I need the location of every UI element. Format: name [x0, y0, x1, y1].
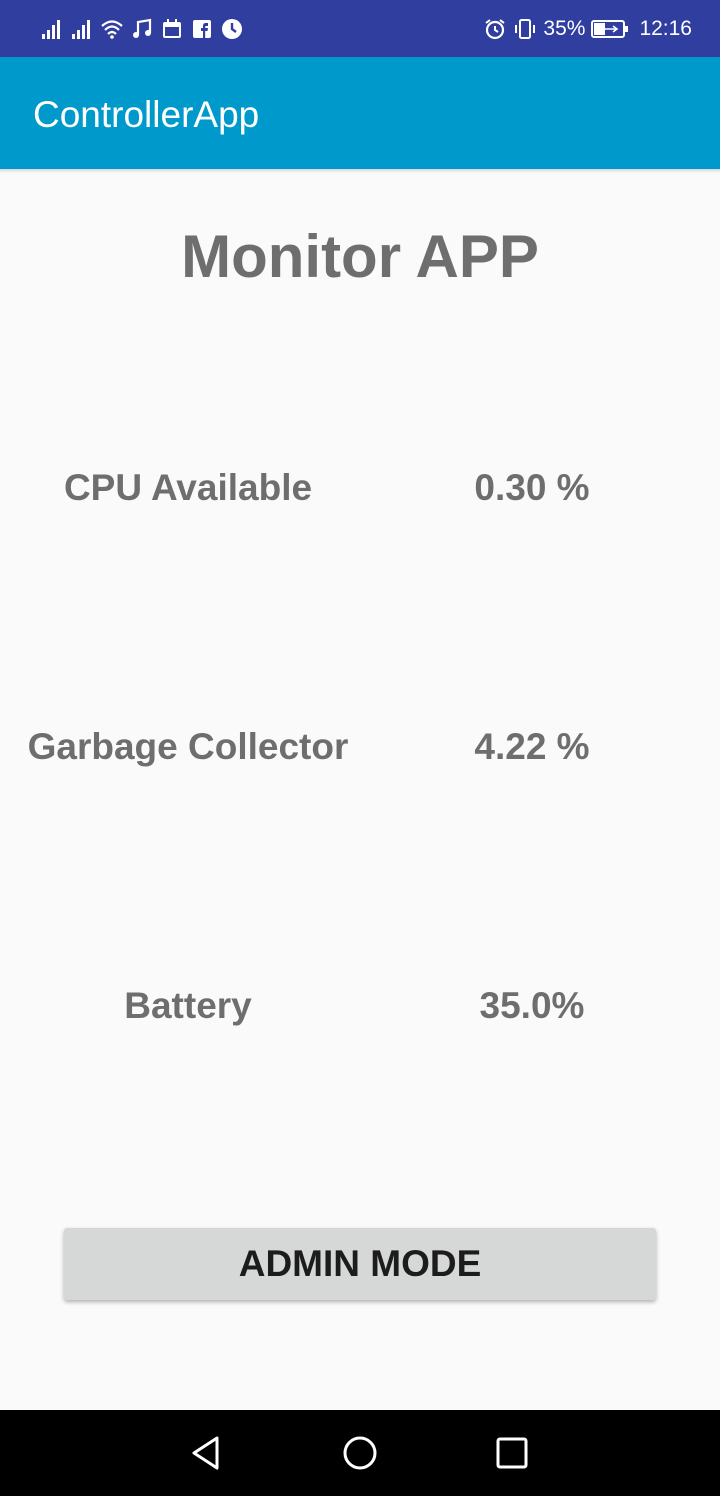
vibrate-icon: [513, 17, 537, 41]
notification-icons: [40, 14, 244, 44]
home-icon[interactable]: [339, 1432, 381, 1474]
status-bar: 35% 12:16: [0, 0, 720, 57]
cpu-available-value: 0.30 %: [474, 467, 590, 508]
app-bar-shadow: [0, 169, 720, 173]
signal-icon: [70, 17, 94, 41]
battery-value: 35.0%: [479, 985, 585, 1026]
facebook-icon: [190, 17, 214, 41]
calendar-icon: [160, 17, 184, 41]
battery-percent: 35%: [543, 17, 586, 40]
cpu-available-label: CPU Available: [63, 467, 313, 508]
clock-icon: [220, 17, 244, 41]
system-status: 35% 12:16: [483, 14, 692, 44]
garbage-collector-value: 4.22 %: [474, 726, 590, 767]
wifi-icon: [100, 17, 124, 41]
recents-icon[interactable]: [491, 1432, 533, 1474]
battery-icon: [591, 19, 629, 39]
page-title: Monitor APP: [181, 223, 539, 290]
back-icon[interactable]: [185, 1432, 227, 1474]
admin-mode-button[interactable]: ADMIN MODE: [64, 1228, 656, 1300]
alarm-icon: [483, 17, 507, 41]
navigation-bar: [0, 1410, 720, 1496]
battery-label: Battery: [124, 985, 252, 1026]
app-bar: ControllerApp: [0, 57, 720, 169]
music-icon: [130, 17, 154, 41]
clock-time: 12:16: [639, 17, 692, 40]
signal-icon: [40, 17, 64, 41]
app-title: ControllerApp: [33, 94, 260, 135]
garbage-collector-label: Garbage Collector: [27, 726, 349, 767]
